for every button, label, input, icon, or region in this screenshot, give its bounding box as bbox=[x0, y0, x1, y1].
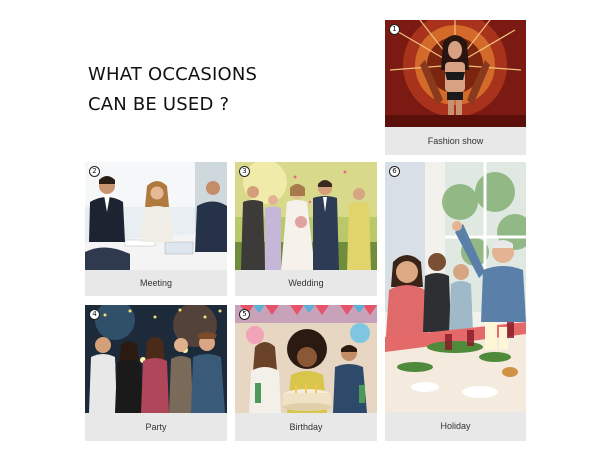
wedding-photo bbox=[235, 162, 377, 270]
card-number-badge: 6 bbox=[389, 166, 400, 177]
party-photo bbox=[85, 305, 227, 413]
occasion-card-wedding: 3 Wedding bbox=[235, 162, 377, 296]
card-label: Wedding bbox=[288, 278, 324, 288]
occasion-card-holiday: 6 Holiday bbox=[385, 162, 526, 441]
holiday-photo bbox=[385, 162, 526, 412]
meeting-photo bbox=[85, 162, 227, 270]
heading-line-2: CAN BE USED ? bbox=[88, 94, 230, 115]
card-number-badge: 2 bbox=[89, 166, 100, 177]
occasion-card-fashion-show: 1 Fashion show bbox=[385, 20, 526, 155]
page-heading: WHAT OCCASIONS CAN BE USED ? bbox=[88, 60, 257, 120]
card-label: Meeting bbox=[139, 278, 173, 288]
card-label: Birthday bbox=[289, 422, 323, 432]
card-label: Holiday bbox=[440, 421, 471, 431]
fashion-show-photo bbox=[385, 20, 526, 127]
occasion-card-meeting: 2 Meeting bbox=[85, 162, 227, 296]
birthday-photo bbox=[235, 305, 377, 413]
card-label: Fashion show bbox=[427, 136, 484, 146]
occasion-card-party: 4 Party bbox=[85, 305, 227, 441]
card-number-badge: 1 bbox=[389, 24, 400, 35]
heading-line-1: WHAT OCCASIONS bbox=[88, 64, 258, 85]
card-number-badge: 4 bbox=[89, 309, 100, 320]
card-label: Party bbox=[145, 422, 167, 432]
card-number-badge: 5 bbox=[239, 309, 250, 320]
card-number-badge: 3 bbox=[239, 166, 250, 177]
occasion-card-birthday: 5 Birthday bbox=[235, 305, 377, 441]
